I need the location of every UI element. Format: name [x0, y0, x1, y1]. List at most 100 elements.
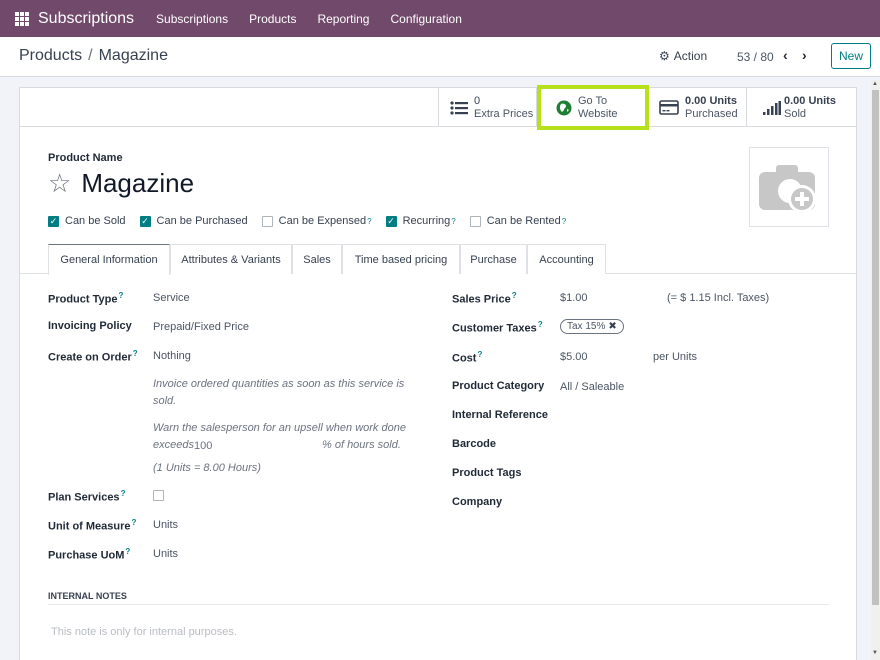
scroll-down-icon[interactable]: ▼ [872, 650, 878, 656]
tab-accounting[interactable]: Accounting [527, 244, 606, 274]
company-label: Company [452, 496, 503, 508]
can-be-purchased-checkbox[interactable]: ✓ Can be Purchased [139, 215, 248, 227]
product-options: ✓ Can be Sold ✓ Can be Purchased Can be … [48, 215, 580, 227]
purchase-uom-label: Purchase UoM? [48, 547, 131, 562]
cost-label: Cost? [452, 350, 483, 365]
checkbox-checked-icon[interactable]: ✓ [385, 215, 397, 227]
menu-subscriptions[interactable]: Subscriptions [156, 12, 228, 26]
can-be-rented-checkbox[interactable]: Can be Rented? [469, 215, 566, 227]
internal-notes-title: INTERNAL NOTES [48, 591, 127, 601]
invoice-policy-help: Invoice ordered quantities as soon as th… [153, 378, 405, 407]
checkbox-checked-icon[interactable]: ✓ [48, 215, 59, 227]
tax-tag-label: Tax 15% [567, 321, 606, 332]
barcode-label: Barcode [452, 438, 497, 450]
page-scrollbar[interactable]: ▲ ▼ [871, 80, 880, 660]
option-label: Can be Sold [65, 215, 126, 227]
checkbox-unchecked-icon[interactable] [469, 215, 481, 227]
option-label: Can be Purchased [156, 215, 248, 227]
sales-price-input[interactable]: $1.00 [560, 292, 588, 304]
breadcrumb-current: Magazine [98, 47, 168, 64]
product-tags-input[interactable] [560, 467, 830, 481]
plan-services-checkbox[interactable] [153, 490, 164, 501]
go-to-website-button[interactable]: Go To Website [536, 88, 648, 127]
list-icon [450, 100, 468, 115]
internal-notes-divider [48, 604, 829, 605]
sales-price-label: Sales Price? [452, 291, 517, 306]
uom-select[interactable]: Units [153, 519, 178, 531]
tax-tag: Tax 15% ✖ [560, 319, 624, 334]
action-label: Action [673, 49, 708, 63]
product-image-upload[interactable] [749, 147, 829, 227]
tab-time-based-pricing[interactable]: Time based pricing [342, 244, 460, 274]
breadcrumb-products[interactable]: Products [19, 47, 82, 64]
invoicing-policy-label: Invoicing Policy [48, 320, 132, 332]
extra-prices-button[interactable]: 0 Extra Prices [438, 88, 536, 127]
price-incl-taxes: (= $ 1.15 Incl. Taxes) [667, 292, 770, 304]
help-icon[interactable]: ? [451, 217, 455, 226]
camera-add-icon [759, 165, 816, 213]
product-name[interactable]: Magazine [81, 168, 194, 199]
pager-value[interactable]: 53 / 80 [737, 50, 774, 64]
website-line1: Go To [578, 94, 608, 107]
internal-reference-label: Internal Reference [452, 409, 548, 421]
scrollbar-thumb[interactable] [872, 90, 879, 605]
tab-general-information[interactable]: General Information [48, 244, 170, 275]
breadcrumb: Products / Magazine [19, 47, 168, 65]
tab-purchase[interactable]: Purchase [460, 244, 527, 274]
help-icon[interactable]: ? [562, 217, 566, 226]
purchased-button[interactable]: 0.00 Units Purchased [648, 88, 746, 127]
internal-reference-input[interactable] [560, 409, 830, 423]
product-category-select[interactable]: All / Saleable [560, 381, 624, 393]
apps-grid-icon[interactable] [15, 11, 29, 26]
tab-attributes-variants[interactable]: Attributes & Variants [170, 244, 292, 274]
favorite-star-icon[interactable]: ☆ [48, 168, 71, 199]
option-label: Recurring [402, 215, 451, 227]
scroll-up-icon[interactable]: ▲ [872, 81, 878, 87]
app-name[interactable]: Subscriptions [38, 10, 134, 28]
create-on-order-label: Create on Order? [48, 349, 138, 364]
uom-label: Unit of Measure? [48, 518, 137, 533]
product-title-row: ☆ Magazine [48, 168, 194, 199]
can-be-expensed-checkbox[interactable]: Can be Expensed? [261, 215, 372, 227]
gear-icon: ⚙ [659, 49, 670, 63]
remove-tag-icon[interactable]: ✖ [608, 321, 616, 332]
can-be-sold-checkbox[interactable]: ✓ Can be Sold [48, 215, 126, 227]
pager-next-icon[interactable]: › [802, 47, 807, 63]
sold-label: Sold [784, 107, 807, 120]
credit-card-icon [659, 100, 679, 115]
menu-products[interactable]: Products [249, 12, 296, 26]
new-button[interactable]: New [831, 43, 871, 69]
option-label: Can be Expensed [278, 215, 367, 227]
sold-button[interactable]: 0.00 Units Sold [746, 88, 856, 127]
menu-reporting[interactable]: Reporting [317, 12, 369, 26]
pager-previous-icon[interactable]: ‹ [783, 47, 788, 63]
internal-notes-editor[interactable]: This note is only for internal purposes. [51, 626, 237, 638]
purchase-uom-select[interactable]: Units [153, 548, 178, 560]
purchased-label: Purchased [685, 107, 738, 120]
recurring-checkbox[interactable]: ✓ Recurring? [385, 215, 456, 227]
upsell-threshold-input[interactable]: 100 [194, 440, 212, 452]
company-select[interactable] [560, 496, 830, 510]
control-panel: Products / Magazine ⚙ Action 53 / 80 ‹ › N… [0, 37, 880, 77]
cost-input[interactable]: $5.00 [560, 351, 588, 363]
checkbox-unchecked-icon[interactable] [261, 215, 273, 227]
smart-button-box: 0 Extra Prices Go To Website 0.00 Units … [20, 85, 856, 130]
form-sheet: 0 Extra Prices Go To Website 0.00 Units … [19, 85, 857, 660]
upsell-suffix-text: % of hours sold. [322, 439, 401, 451]
tab-sales[interactable]: Sales [292, 244, 342, 274]
top-navbar: Subscriptions Subscriptions Products Rep… [0, 0, 880, 37]
checkbox-checked-icon[interactable]: ✓ [139, 215, 151, 227]
product-type-select[interactable]: Service [153, 292, 190, 304]
plan-services-label: Plan Services? [48, 489, 126, 504]
breadcrumb-separator: / [88, 47, 93, 64]
action-button[interactable]: ⚙ Action [659, 49, 707, 63]
cost-per-unit: per Units [653, 351, 698, 363]
product-tags-label: Product Tags [452, 467, 522, 479]
create-on-order-select[interactable]: Nothing [153, 350, 191, 362]
upsell-exceeds-text: exceeds [153, 439, 194, 451]
barcode-input[interactable] [560, 438, 830, 452]
unit-conversion-help: (1 Units = 8.00 Hours) [153, 462, 261, 474]
help-icon[interactable]: ? [367, 217, 371, 226]
invoicing-policy-select[interactable]: Prepaid/Fixed Price [153, 321, 249, 333]
menu-configuration[interactable]: Configuration [390, 12, 461, 26]
